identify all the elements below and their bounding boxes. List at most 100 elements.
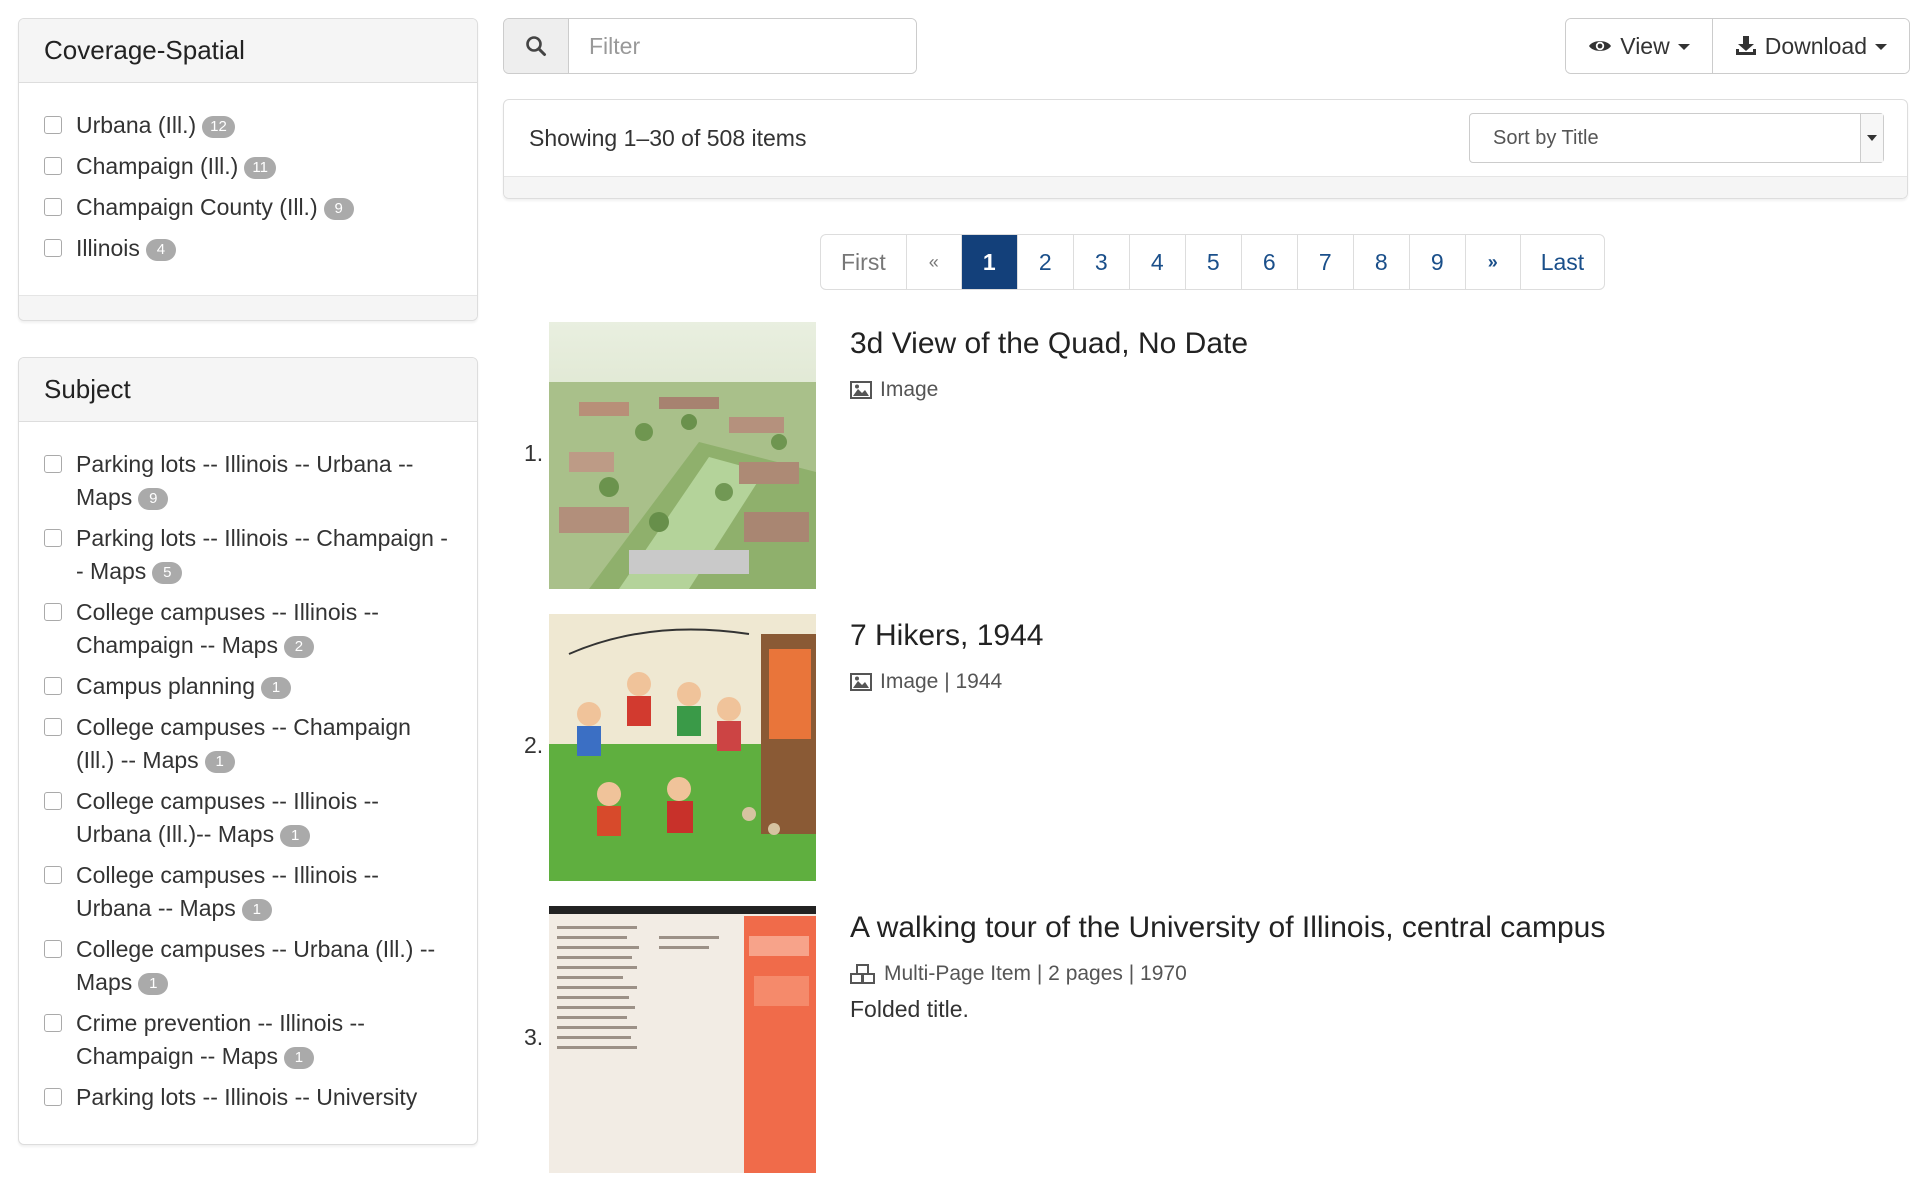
page-6[interactable]: 6 — [1240, 235, 1297, 289]
facet-checkbox[interactable] — [44, 866, 62, 884]
result-thumbnail[interactable] — [549, 614, 816, 881]
facet-label: Campus planning — [76, 673, 256, 699]
page-3[interactable]: 3 — [1072, 235, 1129, 289]
facet-checkbox[interactable] — [44, 157, 62, 175]
facet-item[interactable]: College campuses -- Illinois -- Urbana (… — [44, 785, 452, 851]
page-prev[interactable]: « — [905, 235, 961, 289]
facet-item[interactable]: Urbana (Ill.) 12 — [44, 109, 452, 142]
count-badge: 1 — [138, 973, 169, 995]
page-9[interactable]: 9 — [1408, 235, 1465, 289]
pagination: First « 1 2 3 4 5 6 7 8 9 » Last — [820, 234, 1606, 290]
result-description: Folded title. — [850, 996, 969, 1022]
page-last[interactable]: Last — [1519, 235, 1604, 289]
facet-checkbox[interactable] — [44, 1014, 62, 1032]
result-title[interactable]: 7 Hikers, 1944 — [850, 616, 1850, 656]
facet-checkbox[interactable] — [44, 198, 62, 216]
facet-label: Illinois — [76, 235, 140, 261]
sort-select[interactable]: Sort by Title — [1469, 113, 1884, 163]
page-2[interactable]: 2 — [1016, 235, 1073, 289]
page-next[interactable]: » — [1464, 235, 1520, 289]
search-icon[interactable] — [504, 19, 569, 73]
count-badge: 11 — [244, 157, 276, 179]
facet-checkbox[interactable] — [44, 239, 62, 257]
result-meta: Image — [880, 378, 939, 401]
facet-list-subject: Parking lots -- Illinois -- Urbana -- Ma… — [19, 422, 477, 1144]
facet-item[interactable]: Parking lots -- Illinois -- Champaign --… — [44, 522, 452, 588]
page-4[interactable]: 4 — [1128, 235, 1185, 289]
count-badge: 1 — [280, 825, 311, 847]
facet-panel-subject: Subject Parking lots -- Illinois -- Urba… — [18, 357, 478, 1145]
count-badge: 5 — [152, 562, 183, 584]
page-8[interactable]: 8 — [1352, 235, 1409, 289]
facet-panel-coverage: Coverage-Spatial Urbana (Ill.) 12 Champai… — [18, 18, 478, 321]
facet-checkbox[interactable] — [44, 455, 62, 473]
facet-checkbox[interactable] — [44, 529, 62, 547]
facet-label: College campuses -- Illinois -- Urbana (… — [76, 788, 379, 847]
result-meta: Image | 1944 — [880, 670, 1003, 693]
page-first[interactable]: First — [821, 235, 906, 289]
facet-checkbox[interactable] — [44, 718, 62, 736]
facet-checkbox[interactable] — [44, 940, 62, 958]
facet-label: Urbana (Ill.) — [76, 112, 197, 138]
facet-item[interactable]: Parking lots -- Illinois -- University — [44, 1081, 452, 1114]
facet-checkbox[interactable] — [44, 677, 62, 695]
filter-input[interactable] — [569, 19, 916, 73]
result-thumbnail[interactable] — [549, 322, 816, 589]
facet-label: Champaign (Ill.) — [76, 153, 239, 179]
facet-checkbox[interactable] — [44, 792, 62, 810]
facet-checkbox[interactable] — [44, 603, 62, 621]
result-meta: Multi-Page Item | 2 pages | 1970 — [884, 962, 1187, 985]
filter-group — [503, 18, 917, 74]
count-badge: 1 — [283, 1047, 314, 1069]
facet-label: Parking lots -- Illinois -- Champaign --… — [76, 525, 448, 584]
facet-item[interactable]: Parking lots -- Illinois -- Urbana -- Ma… — [44, 448, 452, 514]
result-thumbnail[interactable] — [549, 906, 816, 1173]
result-title[interactable]: A walking tour of the University of Illi… — [850, 908, 1850, 948]
sort-select-value: Sort by Title — [1493, 126, 1599, 149]
facet-item[interactable]: Crime prevention -- Illinois -- Champaig… — [44, 1007, 452, 1073]
results-header: Showing 1–30 of 508 items Sort by Title — [503, 99, 1908, 199]
facet-item[interactable]: Campus planning 1 — [44, 670, 452, 703]
cubes-icon — [850, 964, 875, 984]
caret-down-icon — [1875, 44, 1887, 50]
facet-heading-subject[interactable]: Subject — [19, 358, 477, 422]
download-label: Download — [1764, 32, 1867, 59]
facet-label: Parking lots -- Illinois -- University — [76, 1084, 418, 1110]
facet-heading-coverage[interactable]: Coverage-Spatial — [19, 19, 477, 83]
view-button[interactable]: View — [1566, 19, 1712, 73]
download-icon — [1735, 36, 1756, 55]
result-count: Showing 1–30 of 508 items — [529, 124, 807, 151]
facet-label: College campuses -- Urbana (Ill.) -- Map… — [76, 936, 436, 995]
panel-footer — [19, 295, 477, 320]
count-badge: 1 — [204, 751, 235, 773]
facet-list-coverage: Urbana (Ill.) 12 Champaign (Ill.) 11 Champ… — [19, 83, 477, 295]
facet-sidebar: Coverage-Spatial Urbana (Ill.) 12 Champai… — [18, 18, 478, 1181]
select-arrow-icon — [1860, 114, 1883, 162]
facet-item[interactable]: Champaign (Ill.) 11 — [44, 150, 452, 183]
view-label: View — [1620, 32, 1670, 59]
image-icon — [850, 381, 872, 399]
result-title[interactable]: 3d View of the Quad, No Date — [850, 324, 1850, 364]
count-badge: 12 — [202, 116, 235, 138]
facet-item[interactable]: College campuses -- Illinois -- Champaig… — [44, 596, 452, 662]
page-1[interactable]: 1 — [960, 235, 1017, 289]
page-5[interactable]: 5 — [1184, 235, 1241, 289]
facet-label: Crime prevention -- Illinois -- Champaig… — [76, 1010, 365, 1069]
facet-checkbox[interactable] — [44, 1088, 62, 1106]
facet-item[interactable]: Champaign County (Ill.) 9 — [44, 191, 452, 224]
count-badge: 1 — [261, 677, 292, 699]
page-7[interactable]: 7 — [1296, 235, 1353, 289]
count-badge: 4 — [145, 239, 176, 261]
image-icon — [850, 673, 872, 691]
facet-item[interactable]: College campuses -- Illinois -- Urbana -… — [44, 859, 452, 925]
eye-icon — [1589, 41, 1612, 51]
facet-checkbox[interactable] — [44, 116, 62, 134]
facet-item[interactable]: Illinois 4 — [44, 232, 452, 265]
caret-down-icon — [1677, 44, 1690, 50]
count-badge: 1 — [241, 899, 272, 921]
facet-item[interactable]: College campuses -- Urbana (Ill.) -- Map… — [44, 933, 452, 999]
count-badge: 9 — [138, 488, 169, 510]
facet-item[interactable]: College campuses -- Champaign (Ill.) -- … — [44, 711, 452, 777]
facet-label: Parking lots -- Illinois -- Urbana -- Ma… — [76, 451, 414, 510]
download-button[interactable]: Download — [1711, 19, 1909, 73]
